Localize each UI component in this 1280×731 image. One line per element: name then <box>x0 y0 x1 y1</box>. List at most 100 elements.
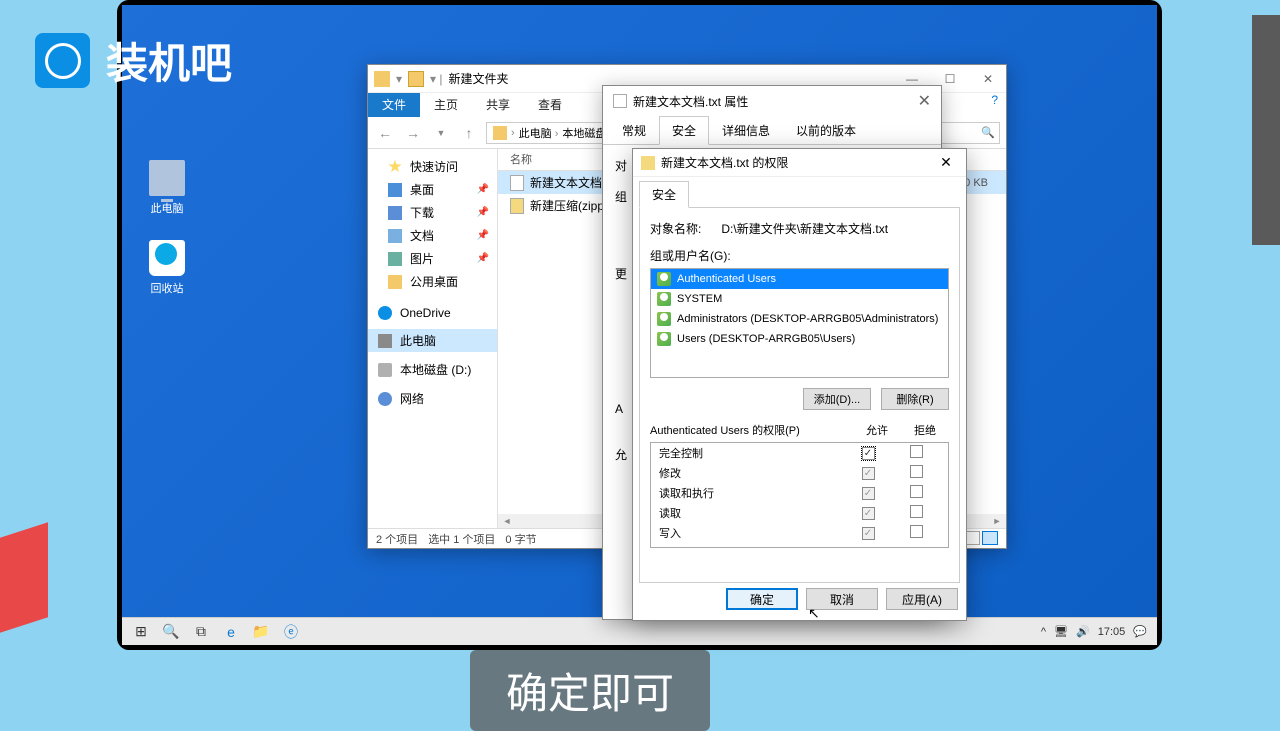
permissions-list[interactable]: 完全控制 修改 读取和执行 读取 <box>650 442 949 548</box>
tab-view[interactable]: 查看 <box>524 93 576 117</box>
ok-button[interactable]: 确定 <box>726 588 798 610</box>
sidebar-pictures[interactable]: 图片📌 <box>368 247 497 270</box>
allow-checkbox[interactable] <box>862 487 875 500</box>
help-icon[interactable]: ? <box>991 93 998 117</box>
sidebar-onedrive[interactable]: OneDrive <box>368 303 497 323</box>
tab-details[interactable]: 详细信息 <box>709 116 783 145</box>
deny-checkbox[interactable] <box>910 485 923 498</box>
permissions-dialog: 新建文本文档.txt 的权限 ✕ 安全 对象名称: D:\新建文件夹\新建文本文… <box>632 148 967 621</box>
sidebar-documents[interactable]: 文档📌 <box>368 224 497 247</box>
sidebar-local-disk[interactable]: 本地磁盘 (D:) <box>368 358 497 381</box>
brand-logo <box>35 33 90 88</box>
explorer-button[interactable]: 📁 <box>246 619 276 645</box>
tab-share[interactable]: 共享 <box>472 93 524 117</box>
deny-checkbox[interactable] <box>910 445 923 458</box>
clock[interactable]: 17:05 <box>1098 626 1126 638</box>
permission-row: 写入 <box>651 523 948 543</box>
user-item[interactable]: Users (DESKTOP-ARRGB05\Users) <box>651 329 948 349</box>
add-button[interactable]: 添加(D)... <box>803 388 871 410</box>
permissions-titlebar[interactable]: 新建文本文档.txt 的权限 ✕ <box>633 149 966 177</box>
task-view-button[interactable]: ⧉ <box>186 619 216 645</box>
nav-forward-button[interactable]: → <box>402 125 424 141</box>
download-icon <box>388 206 402 220</box>
tab-file[interactable]: 文件 <box>368 93 420 117</box>
apply-button[interactable]: 应用(A) <box>886 588 958 610</box>
zip-file-icon <box>510 198 524 214</box>
allow-checkbox[interactable] <box>862 527 875 540</box>
nav-back-button[interactable]: ← <box>374 125 396 141</box>
tab-previous-versions[interactable]: 以前的版本 <box>783 116 869 145</box>
sidebar-desktop[interactable]: 桌面📌 <box>368 178 497 201</box>
sidebar-public-desktop[interactable]: 公用桌面 <box>368 270 497 293</box>
nav-up-button[interactable]: ↑ <box>458 125 480 141</box>
sidebar-network[interactable]: 网络 <box>368 387 497 410</box>
pictures-icon <box>388 252 402 266</box>
deny-checkbox[interactable] <box>910 505 923 518</box>
explorer-sidebar: 快速访问 桌面📌 下载📌 文档📌 图片📌 公用桌面 OneDrive 此电脑 本… <box>368 149 498 528</box>
brand-name: 装机吧 <box>106 30 232 91</box>
users-list[interactable]: Authenticated Users SYSTEM Administrator… <box>650 268 949 378</box>
edge-button[interactable]: e <box>216 619 246 645</box>
tab-general[interactable]: 常规 <box>609 116 659 145</box>
user-item[interactable]: SYSTEM <box>651 289 948 309</box>
network-icon <box>378 392 392 406</box>
user-group-icon <box>657 312 671 326</box>
folder-icon <box>493 126 507 140</box>
scroll-right-button[interactable]: ► <box>990 516 1004 526</box>
close-button[interactable]: ✕ <box>918 91 931 111</box>
user-item[interactable]: Authenticated Users <box>651 269 948 289</box>
recycle-bin-icon <box>149 240 185 276</box>
allow-checkbox[interactable] <box>862 507 875 520</box>
desktop-icon-recycle-bin[interactable]: 回收站 <box>137 240 197 296</box>
allow-checkbox[interactable] <box>862 447 875 460</box>
text-file-icon <box>510 175 524 191</box>
explorer-title: 新建文件夹 <box>449 70 509 87</box>
object-name-label: 对象名称: <box>650 222 701 236</box>
chevron-up-icon[interactable]: ^ <box>1041 626 1046 638</box>
folder-icon <box>388 275 402 289</box>
tab-security[interactable]: 安全 <box>659 116 709 145</box>
desktop[interactable]: 此电脑 回收站 ▾ ▾ | 新建文件夹 — ☐ ✕ 文件 主页 共享 查看 <box>122 5 1157 645</box>
allow-header: 允许 <box>853 422 901 438</box>
sidebar-quick-access[interactable]: 快速访问 <box>368 155 497 178</box>
deny-checkbox[interactable] <box>910 465 923 478</box>
remove-button[interactable]: 删除(R) <box>881 388 949 410</box>
close-button[interactable]: ✕ <box>934 154 958 171</box>
notifications-icon[interactable]: 💬 <box>1133 625 1147 638</box>
scroll-left-button[interactable]: ◄ <box>500 516 514 526</box>
start-button[interactable]: ⊞ <box>126 619 156 645</box>
view-icons-button[interactable] <box>982 531 998 545</box>
tab-home[interactable]: 主页 <box>420 93 472 117</box>
text-file-icon <box>613 94 627 108</box>
tab-security[interactable]: 安全 <box>639 181 689 208</box>
taskbar[interactable]: ⊞ 🔍 ⧉ e 📁 ⓔ ^ 🖥 🔊 17:05 💬 <box>122 617 1157 645</box>
folder-open-icon <box>408 71 424 87</box>
deny-header: 拒绝 <box>901 422 949 438</box>
desktop-icon <box>388 183 402 197</box>
pc-icon <box>149 160 185 196</box>
nav-history-button[interactable]: ▼ <box>430 128 452 138</box>
properties-titlebar[interactable]: 新建文本文档.txt 属性 ✕ <box>603 86 941 116</box>
disk-icon <box>378 363 392 377</box>
cancel-button[interactable]: 取消 <box>806 588 878 610</box>
permission-row: 读取和执行 <box>651 483 948 503</box>
maximize-button[interactable]: ☐ <box>938 72 962 86</box>
user-item[interactable]: Administrators (DESKTOP-ARRGB05\Administ… <box>651 309 948 329</box>
sidebar-downloads[interactable]: 下载📌 <box>368 201 497 224</box>
sidebar-this-pc[interactable]: 此电脑 <box>368 329 497 352</box>
volume-icon[interactable]: 🔊 <box>1076 625 1090 638</box>
deny-checkbox[interactable] <box>910 525 923 538</box>
star-icon <box>388 160 402 174</box>
permissions-for-label: Authenticated Users 的权限(P) <box>650 422 853 438</box>
folder-icon <box>641 156 655 170</box>
minimize-button[interactable]: — <box>900 72 924 86</box>
allow-checkbox[interactable] <box>862 467 875 480</box>
network-icon[interactable]: 🖥 <box>1054 625 1068 638</box>
desktop-icon-this-pc[interactable]: 此电脑 <box>137 160 197 216</box>
document-icon <box>388 229 402 243</box>
search-icon[interactable]: 🔍 <box>981 126 995 139</box>
permission-row: 完全控制 <box>651 443 948 463</box>
ie-button[interactable]: ⓔ <box>276 619 306 645</box>
search-button[interactable]: 🔍 <box>156 619 186 645</box>
close-button[interactable]: ✕ <box>976 72 1000 86</box>
